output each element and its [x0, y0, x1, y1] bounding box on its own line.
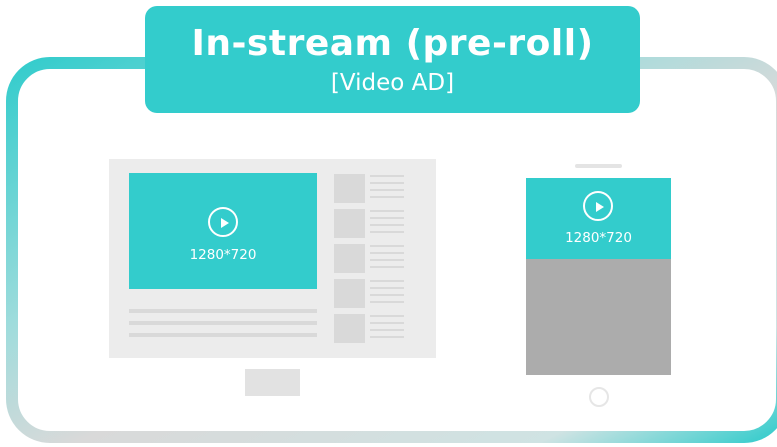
phone-speaker [575, 164, 622, 168]
title-banner: In-stream (pre-roll) [Video AD] [145, 6, 640, 113]
sidebar-text-line [370, 245, 404, 247]
sidebar-thumbnail [334, 314, 365, 343]
play-icon[interactable] [583, 191, 613, 221]
play-icon[interactable] [208, 207, 238, 237]
sidebar-text-line [370, 294, 404, 296]
sidebar-text-line [370, 210, 404, 212]
phone-home-button [589, 387, 609, 407]
page-subtitle: [Video AD] [330, 70, 455, 96]
monitor-stand [245, 369, 300, 396]
sidebar-text-line [370, 266, 404, 268]
sidebar-text-line [370, 224, 404, 226]
sidebar-thumbnail [334, 209, 365, 238]
desktop-monitor: 1280*720 [109, 159, 436, 358]
sidebar-thumbnail [334, 244, 365, 273]
sidebar-text-line [370, 217, 404, 219]
sidebar-text-line [370, 259, 404, 261]
sidebar-text-line [370, 329, 404, 331]
sidebar-text-line [370, 315, 404, 317]
sidebar-text-line [370, 280, 404, 282]
sidebar-text-line [370, 336, 404, 338]
desktop-video-resolution: 1280*720 [189, 247, 257, 263]
phone-screen: 1280*720 [526, 178, 671, 375]
page-title: In-stream (pre-roll) [191, 23, 594, 64]
mobile-video-ad[interactable]: 1280*720 [526, 178, 671, 259]
sidebar-thumbnail [334, 279, 365, 308]
sidebar-text-line [370, 252, 404, 254]
sidebar-text-line [370, 175, 404, 177]
desktop-text-line [129, 333, 317, 337]
desktop-text-line [129, 309, 317, 313]
desktop-text-line [129, 321, 317, 325]
mobile-video-resolution: 1280*720 [565, 230, 632, 246]
sidebar-thumbnail [334, 174, 365, 203]
sidebar-text-line [370, 231, 404, 233]
desktop-video-ad[interactable]: 1280*720 [129, 173, 317, 289]
sidebar-text-line [370, 182, 404, 184]
sidebar-text-line [370, 196, 404, 198]
sidebar-text-line [370, 287, 404, 289]
sidebar-text-line [370, 301, 404, 303]
sidebar-text-line [370, 322, 404, 324]
sidebar-text-line [370, 189, 404, 191]
ad-format-illustration: In-stream (pre-roll) [Video AD] 1280*720 [0, 0, 777, 447]
